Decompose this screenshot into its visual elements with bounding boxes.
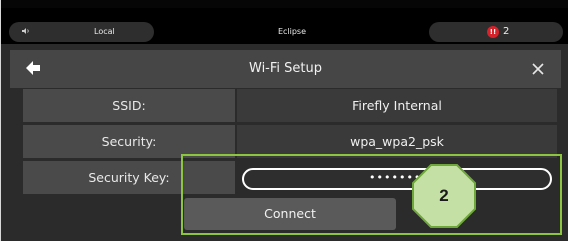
close-icon[interactable] <box>532 63 544 75</box>
system-name: Eclipse <box>156 22 428 42</box>
annotation-callout-label: 2 <box>439 186 449 205</box>
zone-selector[interactable]: Local <box>9 22 154 42</box>
speaker-volume-icon <box>21 22 31 42</box>
alert-badge-icon: !! <box>487 26 499 38</box>
zone-label: Local <box>94 27 115 36</box>
device-screen: Local Eclipse !! 2 Wi-Fi Setup SSID: Fir… <box>0 0 568 241</box>
back-arrow-icon[interactable] <box>24 59 42 77</box>
status-bar: Local Eclipse !! 2 <box>1 0 568 44</box>
annotation-highlight-box <box>181 154 562 235</box>
ssid-value[interactable]: Firefly Internal <box>237 89 557 122</box>
ssid-label: SSID: <box>23 89 235 122</box>
alerts-indicator[interactable]: !! 2 <box>429 22 563 42</box>
page-title: Wi-Fi Setup <box>249 61 322 76</box>
annotation-callout: 2 <box>411 163 477 229</box>
status-bar-strip <box>1 0 568 8</box>
dialog-header: Wi-Fi Setup <box>10 50 561 88</box>
alert-count: 2 <box>503 26 510 37</box>
